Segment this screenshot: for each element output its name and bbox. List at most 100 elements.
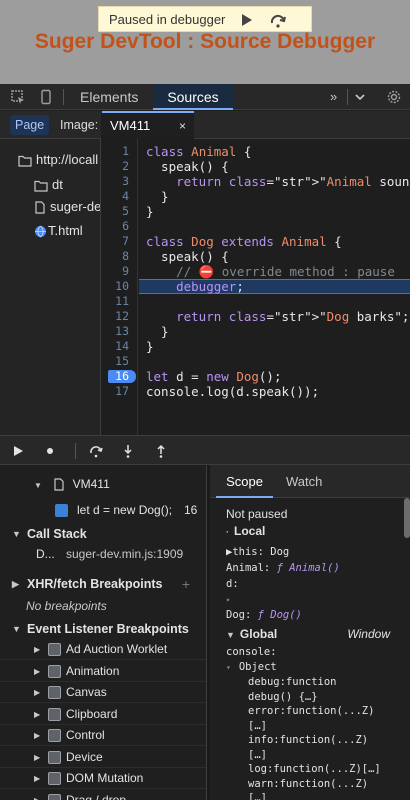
scope-console-object[interactable]: ▾ Object [226,660,277,675]
console-prop[interactable]: debug:function [248,675,337,690]
expand-icon[interactable]: ▸ [226,592,231,607]
device-toolbar-icon[interactable] [38,89,54,105]
close-icon[interactable]: × [179,113,186,139]
more-tabs-button[interactable]: » [330,84,337,110]
line-number[interactable]: 2 [102,159,129,174]
call-frame-location[interactable]: suger-dev.min.js:1909 [66,544,183,565]
line-number[interactable]: 13 [102,324,129,339]
play-icon[interactable] [10,443,26,459]
editor-tab-bar: VM411 × [102,111,410,139]
section-call-stack[interactable]: ▼ Call Stack [0,523,206,545]
line-number[interactable]: 17 [102,384,129,399]
line-number[interactable]: 15 [102,354,129,369]
line-number[interactable]: 9 [102,264,129,279]
event-checkbox[interactable] [48,643,61,656]
line-number[interactable]: 5 [102,204,129,219]
line-number[interactable]: 4 [102,189,129,204]
gear-icon[interactable] [386,89,402,105]
step-out-icon[interactable] [153,443,169,459]
scope-scrollbar[interactable] [404,498,410,538]
triangle-right-icon: ▶ [34,645,41,654]
scope-local-header[interactable]: · Local [226,524,265,539]
console-prop[interactable]: […] [248,719,267,734]
scope-dog[interactable]: Dog: ƒ Dog() [226,608,302,623]
scope-global-header[interactable]: ▼ Global Window [226,627,406,642]
triangle-right-icon: ▶ [34,709,41,719]
expand-icon: ▾ [226,663,231,672]
event-category-row[interactable]: ▶ Control [0,725,206,746]
tab-elements[interactable]: Elements [80,84,138,110]
tab-images[interactable]: Image: [54,115,101,135]
scope-this[interactable]: ▶this: Dog [226,545,289,560]
tab-watch[interactable]: Watch [286,465,322,498]
line-gutter[interactable]: 1 2 3 4 5 6 7 8 9 10 11 12 13 14 15 16 17 [102,139,138,435]
tree-item-dt[interactable]: dt [34,175,63,195]
scope-console[interactable]: console: [226,645,277,660]
line-number[interactable]: 6 [102,219,129,234]
event-category-label: Canvas [66,685,107,699]
inspect-element-icon[interactable] [10,89,26,105]
globe-icon [35,225,46,238]
event-category-row[interactable]: ▶ Device [0,747,206,768]
step-into-icon[interactable] [120,443,136,459]
console-prop[interactable]: […] [248,748,267,763]
code-line: // ⛔ override method : pause [146,264,395,279]
file-icon [54,478,64,491]
tree-item-script[interactable]: suger-dev [34,197,100,217]
tree-item-origin[interactable]: http://locall [18,150,98,170]
event-category-row[interactable]: ▶ Drag / drop [0,790,206,800]
breakpoint-checkbox[interactable] [55,504,68,517]
line-number[interactable]: 11 [102,294,129,309]
event-category-row[interactable]: ▶ Canvas [0,682,206,703]
console-prop[interactable]: debug() {…} [248,690,318,705]
scope-animal[interactable]: Animal: ƒ Animal() [226,561,340,576]
triangle-right-icon: ▶ [34,666,41,676]
tab-sources[interactable]: Sources [153,84,233,110]
console-prop[interactable]: log:function(...Z)[…] [248,762,381,777]
triangle-down-icon: ▼ [12,529,21,539]
event-checkbox[interactable] [48,664,61,678]
event-checkbox[interactable] [48,772,61,785]
tree-item-label: dt [52,177,63,192]
console-prop[interactable]: […] [248,791,267,800]
event-category-row[interactable]: ▶ Animation [0,661,206,682]
line-number[interactable]: 10 [102,279,129,294]
event-checkbox[interactable] [48,750,61,764]
line-number[interactable]: 16 [102,369,129,384]
add-icon[interactable]: + [182,573,190,595]
event-category-row[interactable]: ▶ Clipboard [0,704,206,725]
section-xhr-breakpoints[interactable]: ▶ XHR/fetch Breakpoints + [0,573,206,595]
event-checkbox[interactable] [48,686,61,699]
event-category-row[interactable]: ▶ DOM Mutation [0,768,206,789]
line-number[interactable]: 14 [102,339,129,354]
scope-panel: Scope Watch Not paused · Local ▶this: Dog… [210,465,410,800]
console-prop[interactable]: info:function(...Z) [248,733,368,748]
editor-file-tab[interactable]: VM411 × [102,111,194,139]
callstack-file-row[interactable]: ▼ VM411 [34,474,110,495]
section-event-listener-breakpoints[interactable]: ▼ Event Listener Breakpoints [0,618,206,640]
record-icon[interactable] [42,443,58,459]
step-over-icon[interactable] [269,11,287,29]
line-number[interactable]: 8 [102,249,129,264]
event-checkbox[interactable] [48,729,61,742]
tree-item-html[interactable]: T.html [34,221,83,241]
call-frame-name[interactable]: D... [36,544,55,565]
chevron-down-icon[interactable] [352,89,368,105]
line-number[interactable]: 12 [102,309,129,324]
event-checkbox[interactable] [48,707,61,721]
line-number[interactable]: 1 [102,144,129,159]
code-editor[interactable]: 1 2 3 4 5 6 7 8 9 10 11 12 13 14 15 16 17 class Animal {… [102,139,410,435]
resume-icon[interactable] [237,11,255,29]
console-prop[interactable]: warn:function(...Z) [248,777,368,792]
line-number[interactable]: 7 [102,234,129,249]
event-category-label: DOM Mutation [66,771,144,785]
tab-page[interactable]: Page [10,115,50,135]
tab-scope[interactable]: Scope [216,465,273,498]
scope-d[interactable]: d: [226,577,239,592]
line-number[interactable]: 3 [102,174,129,189]
event-category-row[interactable]: ▶ Ad Auction Worklet [0,639,206,660]
paused-overlay: Paused in debugger [98,6,312,32]
console-prop[interactable]: error:function(...Z) [248,704,374,719]
step-over-icon[interactable] [88,443,104,459]
event-checkbox[interactable] [48,793,61,800]
